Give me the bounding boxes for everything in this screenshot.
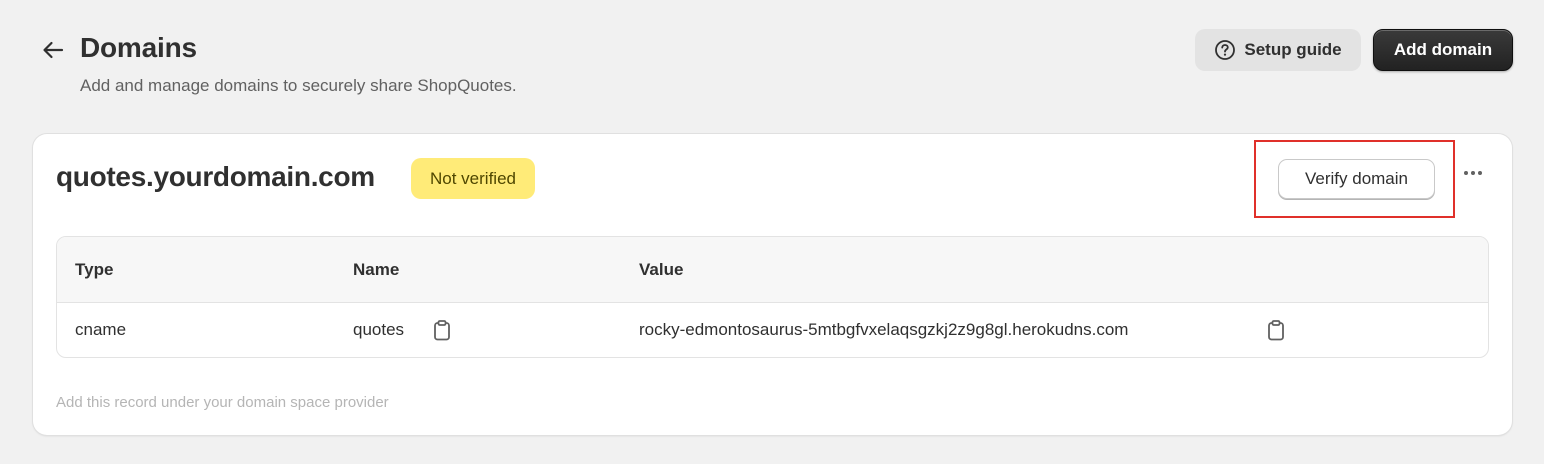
table-row: cname quotes rocky-edmontosaurus-5mtbgfv… — [57, 303, 1488, 357]
page-header: Domains Add and manage domains to secure… — [0, 0, 1544, 110]
status-badge: Not verified — [411, 158, 535, 199]
page-subtitle: Add and manage domains to securely share… — [80, 76, 517, 95]
dns-records-table: Type Name Value cname quotes rocky-edmon… — [56, 236, 1489, 358]
setup-guide-label: Setup guide — [1244, 40, 1342, 59]
domain-card: quotes.yourdomain.com Not verified Verif… — [33, 134, 1512, 435]
column-header-type: Type — [75, 260, 114, 279]
domain-name: quotes.yourdomain.com — [56, 161, 375, 192]
question-circle-icon — [1215, 40, 1236, 60]
more-actions-button[interactable] — [1459, 162, 1487, 184]
record-value: rocky-edmontosaurus-5mtbgfvxelaqsgzkj2z9… — [639, 320, 1129, 339]
record-type: cname — [75, 320, 127, 339]
add-domain-button[interactable]: Add domain — [1373, 29, 1513, 71]
table-header: Type Name Value — [57, 237, 1488, 303]
clipboard-icon — [1268, 319, 1284, 340]
back-button[interactable] — [38, 36, 68, 64]
arrow-left-icon — [43, 41, 64, 59]
more-horizontal-icon — [1464, 171, 1468, 175]
record-name: quotes — [353, 320, 405, 339]
copy-name-button[interactable] — [431, 318, 453, 342]
setup-guide-button[interactable]: Setup guide — [1195, 29, 1361, 71]
helper-text: Add this record under your domain space … — [56, 394, 389, 411]
verify-domain-button[interactable]: Verify domain — [1278, 159, 1435, 199]
copy-value-button[interactable] — [1265, 318, 1287, 342]
column-header-value: Value — [639, 260, 684, 279]
page-title: Domains — [80, 32, 197, 63]
column-header-name: Name — [353, 260, 400, 279]
clipboard-icon — [434, 319, 450, 340]
